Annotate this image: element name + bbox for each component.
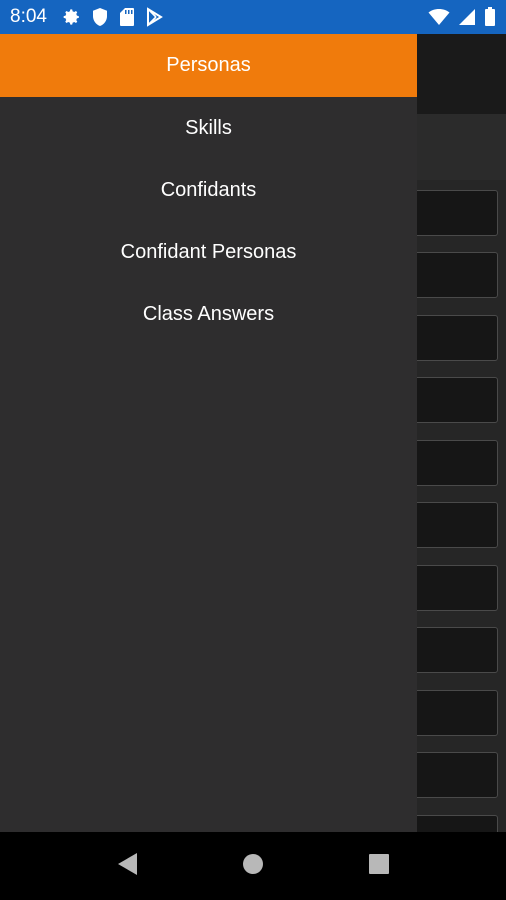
recents-button[interactable]: [316, 832, 442, 900]
drawer-item-confidant-personas[interactable]: Confidant Personas: [0, 221, 417, 283]
settings-icon: [61, 7, 81, 27]
home-icon: [242, 853, 264, 880]
signal-icon: [458, 8, 476, 26]
back-button[interactable]: [64, 832, 190, 900]
battery-icon: [484, 7, 496, 27]
drawer-item-label: Class Answers: [142, 302, 275, 325]
status-time: 8:04: [10, 6, 47, 27]
shield-icon: [91, 7, 109, 27]
navigation-drawer: Personas Skills Confidants Confidant Per…: [0, 34, 417, 832]
drawer-item-personas[interactable]: Personas: [0, 34, 417, 97]
sd-card-icon: [119, 7, 135, 27]
status-bar: 8:04: [0, 0, 506, 34]
home-button[interactable]: [190, 832, 316, 900]
recents-icon: [369, 853, 389, 879]
back-icon: [116, 852, 138, 881]
drawer-item-label: Confidants: [160, 178, 257, 201]
drawer-item-label: Confidant Personas: [120, 240, 297, 263]
drawer-item-skills[interactable]: Skills: [0, 97, 417, 159]
system-nav-bar: [0, 832, 506, 900]
play-store-icon: [145, 7, 163, 27]
wifi-icon: [428, 8, 450, 26]
drawer-item-class-answers[interactable]: Class Answers: [0, 283, 417, 345]
drawer-item-label: Skills: [185, 116, 232, 139]
drawer-item-confidants[interactable]: Confidants: [0, 159, 417, 221]
drawer-item-label: Personas: [166, 54, 251, 76]
